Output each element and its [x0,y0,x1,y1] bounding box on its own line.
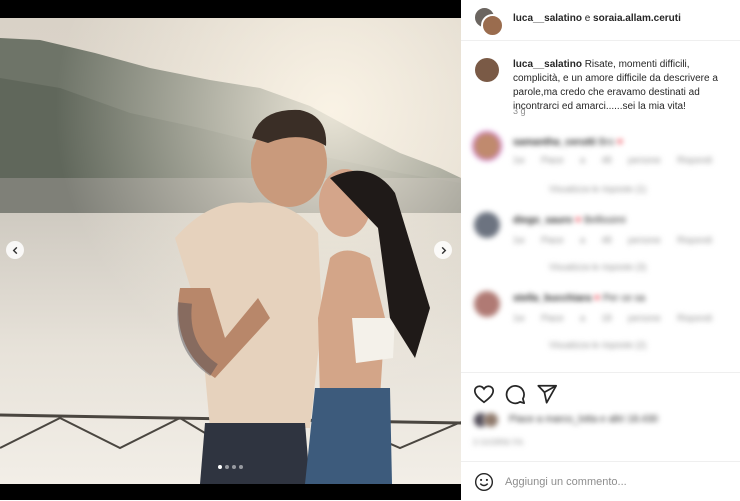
comment-meta: 1w Piace a 18 persone Rispondi [513,313,712,323]
liker-avatars [473,412,503,428]
comment-meta: 1w Piace a 48 persone Rispondi [513,155,712,165]
comment-meta: 1w Piace a 48 persone Rispondi [513,235,712,245]
carousel-dot [225,465,229,469]
post-media [0,0,461,500]
avatar[interactable] [474,291,500,317]
comment-line: stella_bucchiara ♥ Per ce sa [513,293,645,304]
post-photo [0,18,461,484]
comment-input[interactable] [505,471,730,493]
red-heart-icon: ♥ [575,215,582,226]
avatar [483,412,499,428]
smiley-icon[interactable] [474,472,494,492]
avatar[interactable] [481,14,504,37]
avatar[interactable] [474,133,500,159]
add-comment-bar [461,461,740,501]
post-actions [461,372,740,413]
author-username-link[interactable]: luca__salatino [513,13,582,24]
comment-username-link[interactable]: stella_bucchiara [513,293,591,304]
view-replies-button[interactable]: Visualizza le risposte (2) [549,340,646,350]
paper-plane-icon [537,384,558,404]
post-caption: luca__salatino Risate, momenti difficili… [513,58,737,114]
carousel-dot [239,465,243,469]
avatar[interactable] [475,58,499,82]
comment-text: Per ce sa [602,293,646,304]
comment-line: samantha_cerutti Bro ♥ [513,137,623,148]
post-side-panel: luca__salatino e soraia.allam.ceruti luc… [461,0,740,500]
comment-time: 1w [513,155,525,165]
chevron-left-icon [12,246,17,254]
post-authors: luca__salatino e soraia.allam.ceruti [513,13,681,24]
carousel-next-button[interactable] [434,241,452,259]
speech-bubble-icon [505,385,526,405]
post-date: 3 GIORNI FA [473,438,524,447]
share-button[interactable] [536,383,558,405]
chevron-right-icon [441,246,446,254]
comment-likes[interactable]: Piace a 48 persone [541,235,661,245]
reply-button[interactable]: Rispondi [677,235,712,245]
caption-timestamp: 3 g [513,106,526,116]
comment-button[interactable] [504,383,526,405]
view-replies-button[interactable]: Visualizza le risposte (1) [549,184,646,194]
post-header: luca__salatino e soraia.allam.ceruti [461,0,740,41]
reply-button[interactable]: Rispondi [677,155,712,165]
coauthor-username-link[interactable]: soraia.allam.ceruti [593,13,681,24]
comment-text: Bellissimi [583,215,626,226]
comment-username-link[interactable]: diego_sauro [513,215,572,226]
avatar[interactable] [474,212,500,238]
reply-button[interactable]: Rispondi [677,313,712,323]
carousel-indicator [0,465,461,469]
carousel-dot [232,465,236,469]
comment-username-link[interactable]: samantha_cerutti [513,137,596,148]
caption-username-link[interactable]: luca__salatino [513,59,582,70]
heart-outline-icon [473,385,495,404]
comment-likes[interactable]: Piace a 18 persone [541,313,661,323]
carousel-dot [218,465,222,469]
likes-summary[interactable]: Piace a marco_lotta e altri 18.430 [473,412,658,428]
like-button[interactable] [473,383,495,405]
red-heart-icon: ♥ [616,137,623,148]
comment-time: 1w [513,235,525,245]
likes-count[interactable]: Piace a marco_lotta e altri 18.430 [509,414,658,425]
author-joiner: e [584,13,591,24]
carousel-prev-button[interactable] [6,241,24,259]
comment-text: Bro [598,137,615,148]
view-replies-button[interactable]: Visualizza le risposte (3) [549,262,646,272]
comment-line: diego_sauro ♥ Bellissimi [513,215,626,226]
red-heart-icon: ♥ [594,293,601,304]
comment-likes[interactable]: Piace a 48 persone [541,155,661,165]
comment-time: 1w [513,313,525,323]
